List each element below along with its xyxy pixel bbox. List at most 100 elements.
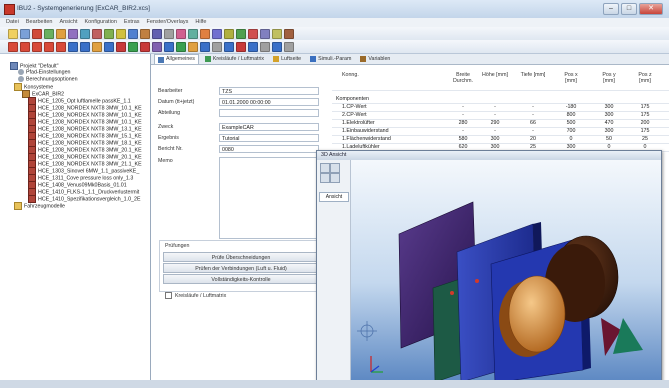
secondary-tool-icon[interactable] xyxy=(92,42,102,52)
memo-field[interactable] xyxy=(219,157,321,239)
menu-extras[interactable]: Extras xyxy=(124,18,140,27)
grid-cell[interactable]: 50 xyxy=(596,136,622,143)
primary-tool-icon[interactable] xyxy=(116,29,126,39)
completeness-check-button[interactable]: Vollständigkeits-Kontrolle xyxy=(163,274,319,284)
menu-hilfe[interactable]: Hilfe xyxy=(195,18,206,27)
secondary-tool-icon[interactable] xyxy=(152,42,162,52)
menu-bearbeiten[interactable]: Bearbeiten xyxy=(26,18,53,27)
grid-cell[interactable]: 500 xyxy=(558,120,584,127)
grid-cell[interactable]: 300 xyxy=(596,104,622,111)
grid-cell[interactable]: 470 xyxy=(596,120,622,127)
grid-cell[interactable]: 800 xyxy=(558,112,584,119)
grid-cell[interactable]: -180 xyxy=(558,104,584,111)
grid-cell[interactable]: - xyxy=(482,128,508,135)
grid-cell[interactable]: 25 xyxy=(632,136,658,143)
grid-cell[interactable]: - xyxy=(482,104,508,111)
zoom-icon[interactable] xyxy=(330,163,340,173)
menu-konfiguration[interactable]: Konfiguration xyxy=(85,18,117,27)
grid-row-name[interactable]: 1.Einbauwiderstand xyxy=(342,128,389,135)
secondary-tool-icon[interactable] xyxy=(8,42,18,52)
3d-view-window[interactable]: 3D Ansicht Ansicht xyxy=(316,150,662,384)
primary-tool-icon[interactable] xyxy=(32,29,42,39)
secondary-tool-icon[interactable] xyxy=(224,42,234,52)
grid-cell[interactable]: - xyxy=(520,112,546,119)
grid-cell[interactable]: - xyxy=(520,128,546,135)
secondary-tool-icon[interactable] xyxy=(236,42,246,52)
primary-tool-icon[interactable] xyxy=(56,29,66,39)
maximize-button[interactable]: □ xyxy=(621,3,637,15)
fit-icon[interactable] xyxy=(330,173,340,183)
primary-tool-icon[interactable] xyxy=(272,29,282,39)
primary-tool-icon[interactable] xyxy=(236,29,246,39)
primary-tool-icon[interactable] xyxy=(224,29,234,39)
grid-cell[interactable]: 66 xyxy=(520,120,546,127)
primary-tool-icon[interactable] xyxy=(260,29,270,39)
primary-tool-icon[interactable] xyxy=(8,29,18,39)
check-overlaps-button[interactable]: Prüfe Überschneidungen xyxy=(163,252,319,262)
menu-ansicht[interactable]: Ansicht xyxy=(59,18,77,27)
grid-row-name[interactable]: 2.CP-Wert xyxy=(342,112,367,119)
grid-cell[interactable]: 0 xyxy=(558,136,584,143)
secondary-tool-icon[interactable] xyxy=(44,42,54,52)
menu-datei[interactable]: Datei xyxy=(6,18,19,27)
secondary-tool-icon[interactable] xyxy=(68,42,78,52)
secondary-tool-icon[interactable] xyxy=(32,42,42,52)
secondary-tool-icon[interactable] xyxy=(200,42,210,52)
secondary-tool-icon[interactable] xyxy=(260,42,270,52)
tab-simuli-param[interactable]: Simuli.-Param xyxy=(307,54,354,64)
grid-cell[interactable]: 280 xyxy=(450,120,476,127)
secondary-tool-icon[interactable] xyxy=(128,42,138,52)
grid-cell[interactable]: 200 xyxy=(632,120,658,127)
abteilung-field[interactable] xyxy=(219,109,319,117)
datum-field[interactable]: 01.01.2000 00:00:00 xyxy=(219,98,319,106)
primary-tool-icon[interactable] xyxy=(248,29,258,39)
grid-cell[interactable]: 175 xyxy=(632,112,658,119)
zweck-field[interactable]: ExampleCAR xyxy=(219,123,319,131)
grid-cell[interactable]: - xyxy=(482,112,508,119)
primary-tool-icon[interactable] xyxy=(68,29,78,39)
grid-cell[interactable]: 300 xyxy=(596,128,622,135)
check-connections-button[interactable]: Prüfen der Verbindungen (Luft u. Fluid) xyxy=(163,263,319,273)
secondary-tool-icon[interactable] xyxy=(140,42,150,52)
secondary-tool-icon[interactable] xyxy=(188,42,198,52)
grid-cell[interactable]: 175 xyxy=(632,104,658,111)
view-selector[interactable]: Ansicht xyxy=(319,192,349,202)
grid-row-name[interactable]: 1.Elektrolüfter xyxy=(342,120,375,127)
circuits-checkbox[interactable] xyxy=(165,292,172,299)
bericht-field[interactable]: 0080 xyxy=(219,145,319,153)
primary-tool-icon[interactable] xyxy=(140,29,150,39)
secondary-tool-icon[interactable] xyxy=(56,42,66,52)
3d-canvas[interactable] xyxy=(351,160,661,384)
secondary-tool-icon[interactable] xyxy=(212,42,222,52)
primary-tool-icon[interactable] xyxy=(212,29,222,39)
primary-tool-icon[interactable] xyxy=(80,29,90,39)
minimize-button[interactable]: – xyxy=(603,3,619,15)
secondary-tool-icon[interactable] xyxy=(20,42,30,52)
tab-allgemeines[interactable]: Allgemeines xyxy=(154,54,199,64)
tab-variablen[interactable]: Variablen xyxy=(357,54,393,64)
grid-cell[interactable]: 300 xyxy=(482,136,508,143)
ergebnis-field[interactable]: Tutorial xyxy=(219,134,319,142)
secondary-tool-icon[interactable] xyxy=(176,42,186,52)
grid-cell[interactable]: 700 xyxy=(558,128,584,135)
secondary-tool-icon[interactable] xyxy=(272,42,282,52)
grid-cell[interactable]: 175 xyxy=(632,128,658,135)
bearbeiter-field[interactable]: TZS xyxy=(219,87,319,95)
menu-fenster[interactable]: Fenster/Overlays xyxy=(147,18,189,27)
grid-row-name[interactable]: 1.Flächenwiderstand xyxy=(342,136,391,143)
primary-tool-icon[interactable] xyxy=(164,29,174,39)
primary-tool-icon[interactable] xyxy=(44,29,54,39)
primary-tool-icon[interactable] xyxy=(92,29,102,39)
close-button[interactable]: ✕ xyxy=(639,3,663,15)
secondary-tool-icon[interactable] xyxy=(116,42,126,52)
grid-cell[interactable]: 300 xyxy=(596,112,622,119)
tree-item-vehicle-models[interactable]: Fahrzeugmodelle xyxy=(14,202,65,210)
primary-tool-icon[interactable] xyxy=(152,29,162,39)
primary-tool-icon[interactable] xyxy=(104,29,114,39)
tab-luftseite[interactable]: Luftseite xyxy=(270,54,304,64)
primary-tool-icon[interactable] xyxy=(284,29,294,39)
grid-cell[interactable]: - xyxy=(450,112,476,119)
primary-tool-icon[interactable] xyxy=(200,29,210,39)
grid-cell[interactable]: 20 xyxy=(520,136,546,143)
grid-cell[interactable]: 290 xyxy=(482,120,508,127)
